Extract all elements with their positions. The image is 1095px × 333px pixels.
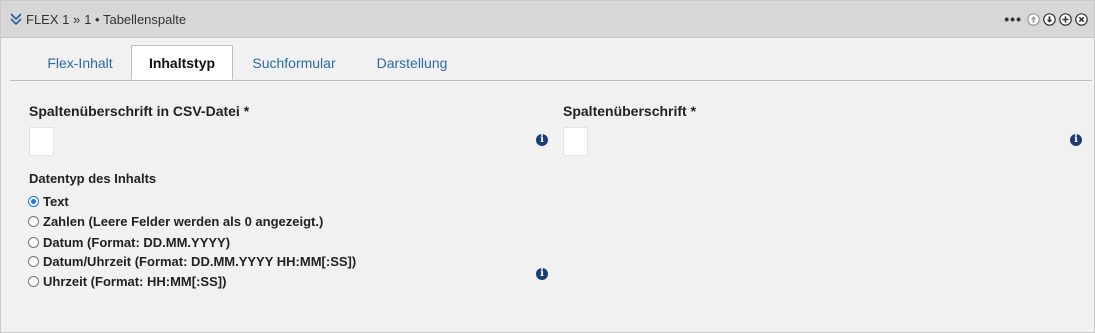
- collapse-chevrons-icon[interactable]: [9, 12, 23, 26]
- radio-label: Zahlen (Leere Felder werden als 0 angeze…: [43, 214, 324, 229]
- csv-heading-info-icon[interactable]: i: [536, 134, 548, 146]
- heading-input[interactable]: [563, 127, 588, 156]
- datatype-label: Datentyp des Inhalts: [29, 171, 157, 186]
- datatype-info-icon[interactable]: i: [536, 268, 548, 280]
- panel-content: Flex-Inhalt Inhaltstyp Suchformular Dars…: [10, 45, 1092, 322]
- tab-darstellung[interactable]: Darstellung: [362, 45, 462, 80]
- tab-inhaltstyp[interactable]: Inhaltstyp: [131, 45, 233, 80]
- tab-flex-inhalt[interactable]: Flex-Inhalt: [30, 45, 130, 80]
- heading-info-icon[interactable]: i: [1070, 134, 1082, 146]
- header-left: FLEX 1 » 1 • Tabellenspalte: [1, 12, 192, 27]
- radio-button[interactable]: [28, 237, 39, 248]
- radio-label: Uhrzeit (Format: HH:MM[:SS]): [43, 274, 227, 289]
- radio-label: Datum (Format: DD.MM.YYYY): [43, 235, 231, 250]
- datatype-option-datetime[interactable]: Datum/Uhrzeit (Format: DD.MM.YYYY HH:MM[…: [28, 254, 356, 269]
- move-down-icon[interactable]: [1043, 12, 1056, 26]
- panel-title: FLEX 1 »: [26, 11, 81, 27]
- datatype-option-number[interactable]: Zahlen (Leere Felder werden als 0 angeze…: [28, 214, 323, 229]
- radio-button[interactable]: [28, 256, 39, 267]
- datatype-option-time[interactable]: Uhrzeit (Format: HH:MM[:SS]): [28, 274, 226, 289]
- csv-heading-label: Spaltenüberschrift in CSV-Datei *: [29, 103, 250, 119]
- move-up-icon[interactable]: [1027, 12, 1040, 26]
- radio-label: Text: [43, 194, 69, 209]
- panel-subtitle: 1 • Tabellenspalte: [84, 11, 187, 27]
- radio-label: Datum/Uhrzeit (Format: DD.MM.YYYY HH:MM[…: [43, 254, 357, 269]
- close-icon[interactable]: [1075, 12, 1088, 26]
- radio-button[interactable]: [28, 276, 39, 287]
- header-actions: •••: [1004, 1, 1088, 37]
- radio-button[interactable]: [28, 216, 39, 227]
- tab-suchformular[interactable]: Suchformular: [242, 45, 346, 80]
- datatype-option-text[interactable]: Text: [28, 194, 69, 209]
- tab-bar: Flex-Inhalt Inhaltstyp Suchformular Dars…: [10, 45, 1092, 81]
- panel-header: FLEX 1 » 1 • Tabellenspalte •••: [1, 1, 1094, 38]
- flex-panel: FLEX 1 » 1 • Tabellenspalte ••• Flex-Inh…: [0, 0, 1095, 333]
- csv-heading-input[interactable]: [29, 127, 54, 156]
- datatype-option-date[interactable]: Datum (Format: DD.MM.YYYY): [28, 235, 230, 250]
- add-icon[interactable]: [1059, 12, 1072, 26]
- more-options-icon[interactable]: •••: [1004, 12, 1022, 26]
- radio-button[interactable]: [28, 196, 39, 207]
- heading-label: Spaltenüberschrift *: [563, 103, 697, 119]
